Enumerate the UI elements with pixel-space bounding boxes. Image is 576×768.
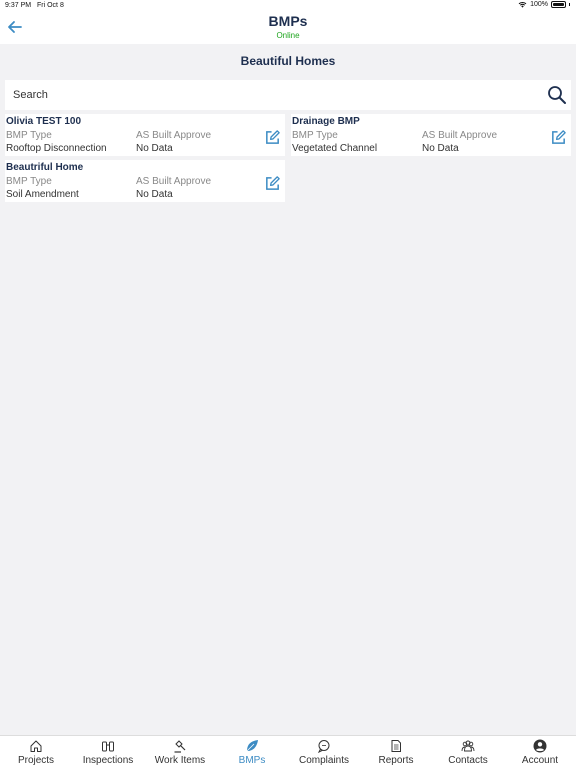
bottom-tab-bar: Projects Inspections Work Items BMPs Com… xyxy=(0,735,576,768)
leaf-icon xyxy=(246,740,258,752)
status-right: 100% xyxy=(518,1,570,8)
bmp-card[interactable]: Drainage BMP BMP Type Vegetated Channel … xyxy=(291,114,571,156)
bmp-type-label: BMP Type xyxy=(6,176,52,187)
bmp-type-value: Soil Amendment xyxy=(6,189,79,200)
tab-label: Reports xyxy=(378,755,414,766)
tab-label: Inspections xyxy=(82,755,134,766)
tab-label: Projects xyxy=(17,755,55,766)
connection-status: Online xyxy=(276,31,300,40)
status-time: 9:37 PM xyxy=(5,2,32,9)
tab-label: Account xyxy=(521,755,559,766)
as-built-value: No Data xyxy=(422,143,459,154)
battery-percent: 100% xyxy=(530,1,548,8)
document-icon xyxy=(391,740,401,752)
bmp-name: Olivia TEST 100 xyxy=(6,116,82,127)
search-input[interactable] xyxy=(5,80,543,110)
as-built-value: No Data xyxy=(136,143,173,154)
bmp-card[interactable]: Olivia TEST 100 BMP Type Rooftop Disconn… xyxy=(5,114,285,156)
tab-label: Work Items xyxy=(154,755,206,766)
edit-icon[interactable] xyxy=(264,175,281,192)
battery-tip xyxy=(569,3,570,6)
tab-projects[interactable]: Projects xyxy=(0,736,72,768)
tab-complaints[interactable]: Complaints xyxy=(288,736,360,768)
search-button[interactable] xyxy=(543,81,571,109)
people-icon xyxy=(461,740,475,752)
bmp-name: Beautriful Home xyxy=(6,162,84,173)
tab-label: Contacts xyxy=(448,755,488,766)
tab-contacts[interactable]: Contacts xyxy=(432,736,504,768)
edit-icon[interactable] xyxy=(550,129,567,146)
search-icon xyxy=(548,86,566,104)
chat-bubble-icon xyxy=(317,740,330,753)
status-date: Fri Oct 8 xyxy=(37,2,64,9)
navigation-bar: BMPs Online xyxy=(0,12,576,44)
bmp-type-label: BMP Type xyxy=(6,130,52,141)
bmp-type-value: Vegetated Channel xyxy=(292,143,378,154)
battery-icon xyxy=(551,1,566,8)
wifi-icon xyxy=(518,1,527,8)
as-built-label: AS Built Approve xyxy=(136,130,212,141)
gavel-icon xyxy=(174,740,186,753)
tab-account[interactable]: Account xyxy=(504,736,576,768)
as-built-label: AS Built Approve xyxy=(422,130,498,141)
house-icon xyxy=(30,740,42,752)
as-built-label: AS Built Approve xyxy=(136,176,212,187)
status-bar: 9:37 PM Fri Oct 8 100% xyxy=(0,0,576,12)
bmp-card[interactable]: Beautriful Home BMP Type Soil Amendment … xyxy=(5,160,285,202)
bmp-type-label: BMP Type xyxy=(292,130,338,141)
bmp-type-value: Rooftop Disconnection xyxy=(6,143,107,154)
tab-inspections[interactable]: Inspections xyxy=(72,736,144,768)
as-built-value: No Data xyxy=(136,189,173,200)
tab-label: BMPs xyxy=(238,755,266,766)
search-bar xyxy=(5,80,571,110)
account-icon xyxy=(533,739,547,753)
tab-reports[interactable]: Reports xyxy=(360,736,432,768)
tab-label: Complaints xyxy=(298,755,350,766)
bmp-name: Drainage BMP xyxy=(292,116,360,127)
page-title: BMPs xyxy=(268,13,308,29)
tab-work-items[interactable]: Work Items xyxy=(144,736,216,768)
binoculars-icon xyxy=(102,741,114,752)
project-name-heading: Beautiful Homes xyxy=(240,54,336,68)
edit-icon[interactable] xyxy=(264,129,281,146)
tab-bmps[interactable]: BMPs xyxy=(216,736,288,768)
